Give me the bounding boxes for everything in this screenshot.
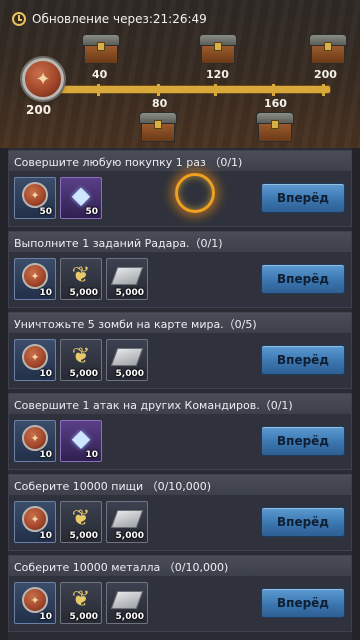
- reward-list: ✦ 10 ❦ 5,000 5,000: [14, 582, 148, 624]
- task-list: Совершите любую покупку 1 раз （0/1) ✦ 50…: [8, 150, 352, 636]
- chest-icon[interactable]: [82, 34, 120, 64]
- task-title: Выполните 1 заданий Радара.（0/1): [9, 232, 351, 252]
- go-button[interactable]: Вперёд: [261, 183, 345, 213]
- reward-qty: 50: [85, 207, 98, 217]
- chest-icon[interactable]: [199, 34, 237, 64]
- wheat-icon: ❦: [71, 344, 91, 369]
- clock-icon: [12, 12, 26, 26]
- chest-icon[interactable]: [256, 112, 294, 142]
- reward-item[interactable]: ✦ 50: [14, 177, 56, 219]
- reward-item[interactable]: 5,000: [106, 258, 148, 300]
- reward-item[interactable]: ❦ 5,000: [60, 501, 102, 543]
- go-button[interactable]: Вперёд: [261, 426, 345, 456]
- go-button[interactable]: Вперёд: [261, 588, 345, 618]
- metal-icon: [110, 510, 144, 528]
- medal-icon: ✦: [22, 506, 48, 532]
- reward-qty: 5,000: [115, 369, 144, 379]
- wheat-icon: ❦: [71, 587, 91, 612]
- task-row: Соберите 10000 пищи （0/10,000) ✦ 10 ❦ 5,…: [8, 474, 352, 551]
- reward-qty: 10: [39, 288, 52, 298]
- reward-qty: 10: [39, 531, 52, 541]
- medal-icon: ✦: [22, 58, 64, 100]
- task-title: Уничтожьте 5 зомби на карте мира.（0/5): [9, 313, 351, 333]
- milestone-tick: [214, 84, 217, 96]
- reward-qty: 5,000: [115, 612, 144, 622]
- medal-icon: ✦: [22, 263, 48, 289]
- go-button[interactable]: Вперёд: [261, 507, 345, 537]
- chest-icon[interactable]: [139, 112, 177, 142]
- milestone-label-200: 200: [314, 68, 337, 81]
- progress-header: Обновление через:21:26:49 40 80 120 160 …: [0, 0, 360, 148]
- reward-list: ✦ 10 ❦ 5,000 5,000: [14, 339, 148, 381]
- milestone-label-40: 40: [92, 68, 108, 81]
- reward-item[interactable]: ◆ 10: [60, 420, 102, 462]
- task-row: Соберите 10000 металла （0/10,000) ✦ 10 ❦…: [8, 555, 352, 632]
- medal-icon: ✦: [22, 344, 48, 370]
- right-shade: [352, 148, 360, 640]
- reward-qty: 10: [39, 369, 52, 379]
- left-shade: [0, 148, 8, 640]
- reward-list: ✦ 10 ❦ 5,000 5,000: [14, 258, 148, 300]
- task-title: Совершите 1 атак на других Командиров.（0…: [9, 394, 351, 414]
- wheat-icon: ❦: [71, 263, 91, 288]
- milestone-tick: [322, 84, 325, 96]
- reward-qty: 10: [85, 450, 98, 460]
- refresh-timer: Обновление через:21:26:49: [12, 10, 207, 28]
- task-title: Совершите любую покупку 1 раз （0/1): [9, 151, 351, 171]
- reward-qty: 50: [39, 207, 52, 217]
- milestone-tick: [157, 84, 160, 96]
- metal-icon: [110, 348, 144, 366]
- milestone-label-80: 80: [152, 97, 168, 110]
- glow-ring-icon: [175, 173, 215, 213]
- reward-item[interactable]: ✦ 10: [14, 501, 56, 543]
- reward-list: ✦ 10 ◆ 10: [14, 420, 102, 462]
- reward-item[interactable]: ◆ 50: [60, 177, 102, 219]
- reward-qty: 5,000: [69, 369, 98, 379]
- refresh-timer-text: Обновление через:21:26:49: [32, 12, 207, 26]
- task-row: Выполните 1 заданий Радара.（0/1) ✦ 10 ❦ …: [8, 231, 352, 308]
- medal-icon: ✦: [22, 587, 48, 613]
- reward-item[interactable]: 5,000: [106, 582, 148, 624]
- task-row: Совершите любую покупку 1 раз （0/1) ✦ 50…: [8, 150, 352, 227]
- milestone-label-160: 160: [264, 97, 287, 110]
- reward-qty: 5,000: [69, 612, 98, 622]
- reward-item[interactable]: 5,000: [106, 339, 148, 381]
- reward-item[interactable]: 5,000: [106, 501, 148, 543]
- task-title: Соберите 10000 металла （0/10,000): [9, 556, 351, 576]
- metal-icon: [110, 267, 144, 285]
- points-total: 200: [26, 103, 52, 117]
- go-button[interactable]: Вперёд: [261, 345, 345, 375]
- reward-item[interactable]: ❦ 5,000: [60, 339, 102, 381]
- reward-qty: 5,000: [69, 288, 98, 298]
- reward-item[interactable]: ❦ 5,000: [60, 582, 102, 624]
- milestone-tick: [272, 84, 275, 96]
- reward-item[interactable]: ❦ 5,000: [60, 258, 102, 300]
- go-button[interactable]: Вперёд: [261, 264, 345, 294]
- reward-qty: 5,000: [115, 531, 144, 541]
- milestone-label-120: 120: [206, 68, 229, 81]
- medal-icon: ✦: [22, 425, 48, 451]
- diamond-icon: ◆: [71, 424, 91, 452]
- reward-list: ✦ 50 ◆ 50: [14, 177, 102, 219]
- task-title: Соберите 10000 пищи （0/10,000): [9, 475, 351, 495]
- reward-item[interactable]: ✦ 10: [14, 420, 56, 462]
- reward-item[interactable]: ✦ 10: [14, 582, 56, 624]
- diamond-icon: ◆: [71, 181, 91, 209]
- reward-item[interactable]: ✦ 10: [14, 258, 56, 300]
- wheat-icon: ❦: [71, 506, 91, 531]
- reward-item[interactable]: ✦ 10: [14, 339, 56, 381]
- milestone-tick: [97, 84, 100, 96]
- chest-icon[interactable]: [309, 34, 347, 64]
- task-row: Совершите 1 атак на других Командиров.（0…: [8, 393, 352, 470]
- medal-icon: ✦: [22, 182, 48, 208]
- reward-qty: 5,000: [115, 288, 144, 298]
- reward-list: ✦ 10 ❦ 5,000 5,000: [14, 501, 148, 543]
- reward-qty: 10: [39, 450, 52, 460]
- metal-icon: [110, 591, 144, 609]
- reward-qty: 5,000: [69, 531, 98, 541]
- reward-qty: 10: [39, 612, 52, 622]
- task-row: Уничтожьте 5 зомби на карте мира.（0/5) ✦…: [8, 312, 352, 389]
